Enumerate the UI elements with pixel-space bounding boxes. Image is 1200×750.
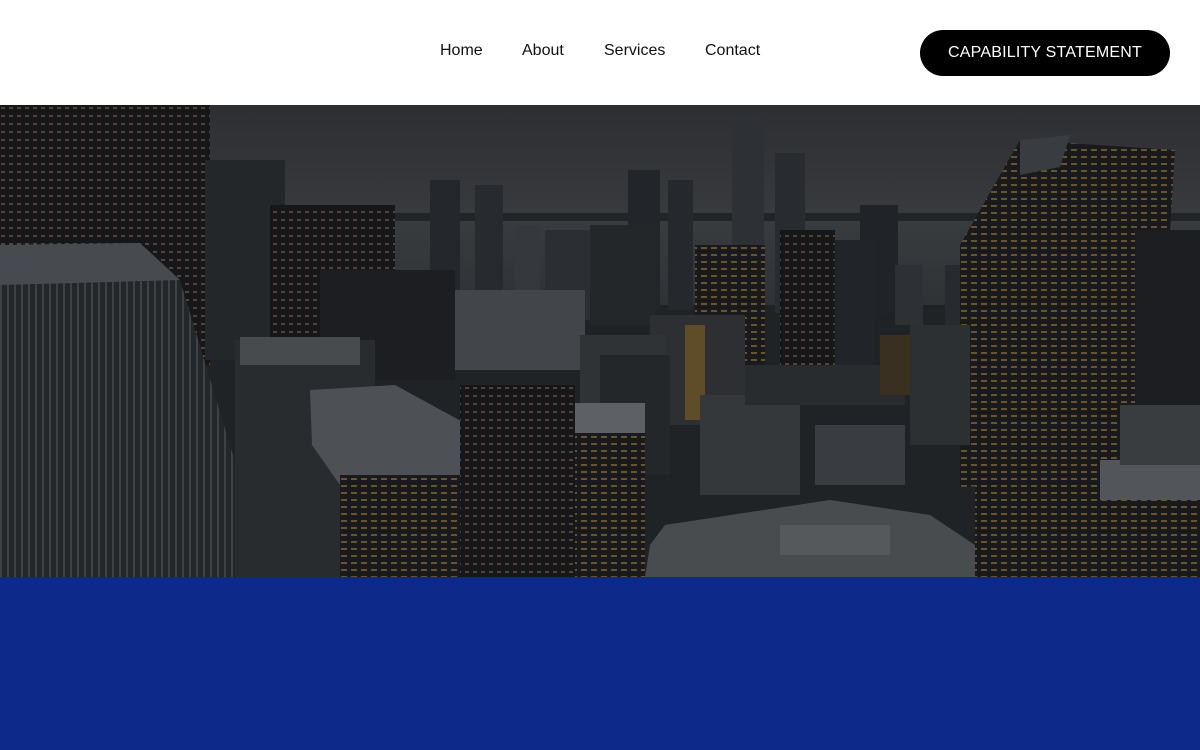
hero-image bbox=[0, 105, 1200, 577]
nav-services-link[interactable]: Services bbox=[604, 41, 665, 61]
capability-statement-button[interactable]: CAPABILITY STATEMENT bbox=[920, 30, 1170, 76]
nav-contact-link[interactable]: Contact bbox=[705, 41, 760, 61]
blue-content-band bbox=[0, 577, 1200, 750]
nav-home-link[interactable]: Home bbox=[440, 41, 483, 61]
nav-about-link[interactable]: About bbox=[522, 41, 564, 61]
city-skyline-image bbox=[0, 105, 1200, 577]
site-header: Home About Services Contact CAPABILITY S… bbox=[0, 0, 1200, 105]
